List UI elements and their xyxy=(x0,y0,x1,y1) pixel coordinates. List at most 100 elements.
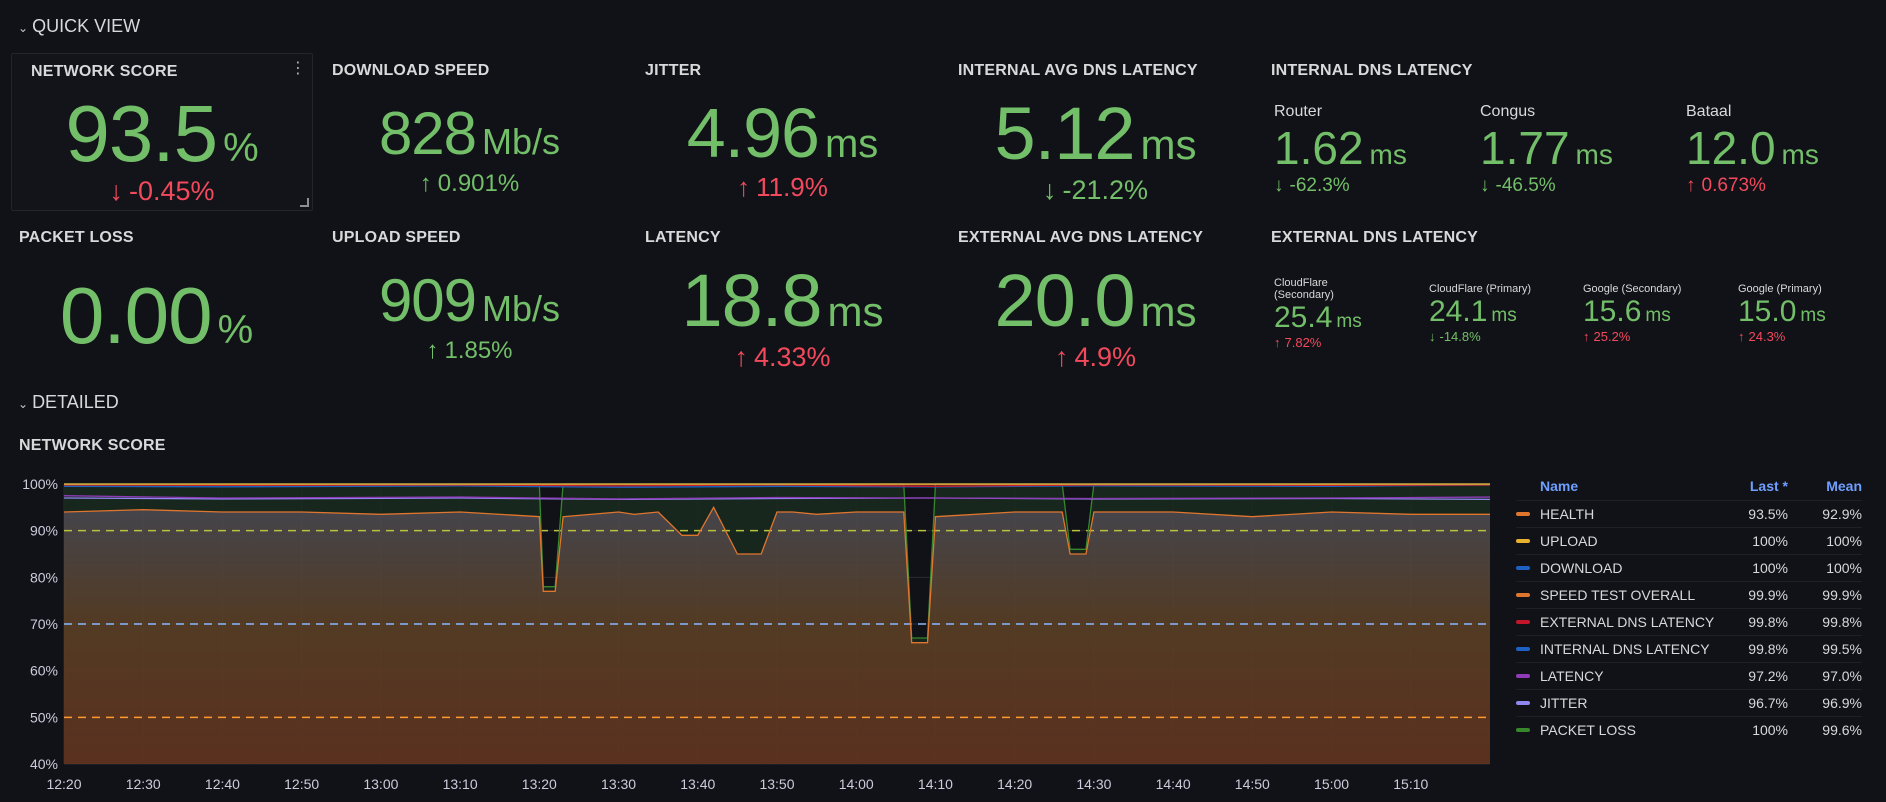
arrow-up-icon: ↑ xyxy=(1274,335,1281,350)
series-swatch xyxy=(1516,728,1530,732)
row-header-detailed[interactable]: ⌄ DETAILED xyxy=(18,392,119,413)
row-header-quick-view[interactable]: ⌄ QUICK VIEW xyxy=(18,16,140,37)
legend-series-mean: 100% xyxy=(1826,560,1862,576)
y-tick-label: 40% xyxy=(30,756,58,772)
legend-header: Name Last * Mean xyxy=(1516,472,1862,500)
arrow-down-icon: ↓ xyxy=(1429,329,1436,344)
x-tick-label: 14:40 xyxy=(1156,776,1191,792)
dns-item-google-secondary: Google (Secondary) 15.6 ms ↑ 25.2% xyxy=(1583,283,1682,344)
x-tick-label: 13:00 xyxy=(363,776,398,792)
download-speed-panel[interactable]: DOWNLOAD SPEED 828 Mb/s ↑ 0.901% xyxy=(313,53,626,211)
y-tick-label: 70% xyxy=(30,616,58,632)
legend-series-mean: 100% xyxy=(1826,533,1862,549)
legend-series-name: PACKET LOSS xyxy=(1540,722,1636,738)
dns-item-google-primary: Google (Primary) 15.0 ms ↑ 24.3% xyxy=(1738,283,1826,344)
x-tick-label: 15:10 xyxy=(1393,776,1428,792)
panel-title: DOWNLOAD SPEED xyxy=(332,62,490,79)
legend-series-name: INTERNAL DNS LATENCY xyxy=(1540,641,1710,657)
legend-header-name[interactable]: Name xyxy=(1516,478,1718,494)
legend-row[interactable]: DOWNLOAD 100% 100% xyxy=(1516,554,1862,581)
stat-value: 0.00% xyxy=(59,271,254,360)
legend-series-mean: 97.0% xyxy=(1822,668,1862,684)
legend-series-last: 99.9% xyxy=(1748,587,1788,603)
legend-row[interactable]: HEALTH 93.5% 92.9% xyxy=(1516,500,1862,527)
legend-series-mean: 99.6% xyxy=(1822,722,1862,738)
chart-legend: Name Last * Mean HEALTH 93.5% 92.9% UPLOAD 1… xyxy=(1516,472,1862,743)
panel-title: INTERNAL DNS LATENCY xyxy=(1271,62,1473,79)
stat-delta: ↑ 1.85% xyxy=(426,337,513,364)
legend-row[interactable]: PACKET LOSS 100% 99.6% xyxy=(1516,716,1862,743)
network-score-panel[interactable]: NETWORK SCORE ⋮ 93.5% ↓ -0.45% xyxy=(11,53,313,211)
legend-header-last[interactable]: Last * xyxy=(1718,478,1788,494)
area-fill-health xyxy=(64,507,1490,764)
legend-row[interactable]: EXTERNAL DNS LATENCY 99.8% 99.8% xyxy=(1516,608,1862,635)
legend-row[interactable]: LATENCY 97.2% 97.0% xyxy=(1516,662,1862,689)
chevron-down-icon: ⌄ xyxy=(18,397,29,411)
legend-row[interactable]: UPLOAD 100% 100% xyxy=(1516,527,1862,554)
arrow-down-icon: ↓ xyxy=(1480,175,1490,196)
dns-item-router: Router 1.62 ms ↓ -62.3% xyxy=(1274,103,1407,196)
panel-title: LATENCY xyxy=(645,229,721,246)
panel-title: JITTER xyxy=(645,62,702,79)
stat-value: 93.5% xyxy=(65,89,259,178)
legend-series-last: 99.8% xyxy=(1748,641,1788,657)
legend-series-name: EXTERNAL DNS LATENCY xyxy=(1540,614,1715,630)
network-score-timeseries[interactable]: 100% 90% 80% 70% 60% 50% 40% 12:20 12:30 12:40 12… xyxy=(0,468,1500,802)
x-tick-label: 15:00 xyxy=(1314,776,1349,792)
panel-title: PACKET LOSS xyxy=(19,229,134,246)
internal-avg-dns-latency-panel[interactable]: INTERNAL AVG DNS LATENCY 5.12 ms ↓ -21.2% xyxy=(939,53,1252,211)
x-tick-label: 13:50 xyxy=(759,776,794,792)
stat-delta: ↑ 0.901% xyxy=(419,170,520,197)
packet-loss-panel[interactable]: PACKET LOSS 0.00% xyxy=(0,220,313,378)
series-swatch xyxy=(1516,620,1530,624)
stat-delta: ↓ -0.45% xyxy=(109,176,215,206)
resize-handle[interactable] xyxy=(300,198,309,207)
series-swatch xyxy=(1516,647,1530,651)
legend-series-name: HEALTH xyxy=(1540,506,1595,522)
x-tick-label: 12:40 xyxy=(205,776,240,792)
dns-item-cloudflare-primary: CloudFlare (Primary) 24.1 ms ↓ -14.8% xyxy=(1429,283,1532,344)
x-tick-label: 12:50 xyxy=(284,776,319,792)
legend-series-name: SPEED TEST OVERALL xyxy=(1540,587,1696,603)
stat-value: 828 Mb/s xyxy=(378,100,561,167)
legend-row[interactable]: INTERNAL DNS LATENCY 99.8% 99.5% xyxy=(1516,635,1862,662)
arrow-up-icon: ↑ xyxy=(734,342,748,372)
legend-header-mean[interactable]: Mean xyxy=(1788,478,1862,494)
series-swatch xyxy=(1516,566,1530,570)
vertical-dots-icon[interactable]: ⋮ xyxy=(290,61,306,77)
legend-series-name: JITTER xyxy=(1540,695,1588,711)
panel-title: UPLOAD SPEED xyxy=(332,229,461,246)
y-tick-label: 100% xyxy=(22,476,58,492)
stat-delta: ↓ -21.2% xyxy=(1042,175,1149,205)
arrow-up-icon: ↑ xyxy=(1686,175,1696,196)
jitter-panel[interactable]: JITTER 4.96 ms ↑ 11.9% xyxy=(626,53,939,211)
row-title: DETAILED xyxy=(32,392,119,412)
legend-series-name: LATENCY xyxy=(1540,668,1604,684)
y-tick-label: 50% xyxy=(30,709,58,725)
arrow-up-icon: ↑ xyxy=(419,170,432,197)
stat-delta: ↑ 4.33% xyxy=(734,342,831,372)
external-dns-latency-panel[interactable]: EXTERNAL DNS LATENCY CloudFlare (Secondar… xyxy=(1252,220,1872,378)
x-tick-label: 13:10 xyxy=(443,776,478,792)
arrow-down-icon: ↓ xyxy=(1274,175,1284,196)
chevron-down-icon: ⌄ xyxy=(18,21,29,35)
panel-title: EXTERNAL DNS LATENCY xyxy=(1271,229,1478,246)
arrow-down-icon: ↓ xyxy=(109,176,123,206)
legend-row[interactable]: JITTER 96.7% 96.9% xyxy=(1516,689,1862,716)
x-tick-label: 14:30 xyxy=(1076,776,1111,792)
latency-panel[interactable]: LATENCY 18.8 ms ↑ 4.33% xyxy=(626,220,939,378)
dns-item-congus: Congus 1.77 ms ↓ -46.5% xyxy=(1480,103,1613,196)
series-swatch xyxy=(1516,539,1530,543)
external-avg-dns-latency-panel[interactable]: EXTERNAL AVG DNS LATENCY 20.0 ms ↑ 4.9% xyxy=(939,220,1252,378)
series-swatch xyxy=(1516,701,1530,705)
internal-dns-latency-panel[interactable]: INTERNAL DNS LATENCY Router 1.62 ms ↓ -62.… xyxy=(1252,53,1872,211)
upload-speed-panel[interactable]: UPLOAD SPEED 909 Mb/s ↑ 1.85% xyxy=(313,220,626,378)
stat-value: 5.12 ms xyxy=(994,92,1197,175)
row-title: QUICK VIEW xyxy=(32,16,141,36)
stat-value: 4.96 ms xyxy=(686,94,879,172)
legend-series-mean: 96.9% xyxy=(1822,695,1862,711)
arrow-down-icon: ↓ xyxy=(1042,175,1057,205)
legend-row[interactable]: SPEED TEST OVERALL 99.9% 99.9% xyxy=(1516,581,1862,608)
legend-series-name: DOWNLOAD xyxy=(1540,560,1623,576)
legend-series-last: 96.7% xyxy=(1748,695,1788,711)
